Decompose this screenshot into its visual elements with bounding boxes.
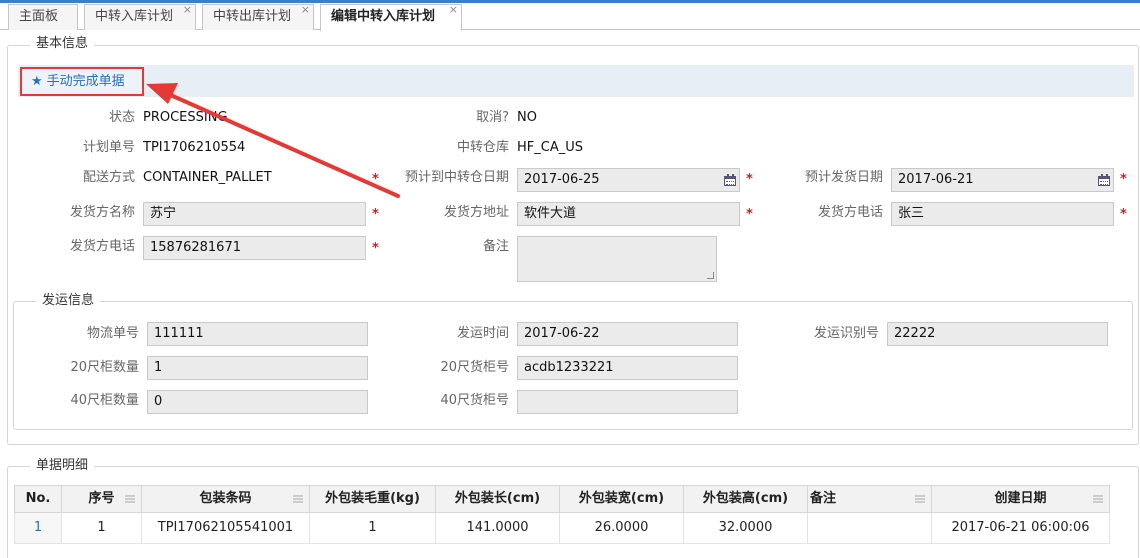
delivery-method-value: CONTAINER_PALLET <box>143 170 272 185</box>
details-legend: 单据明细 <box>30 458 95 474</box>
column-menu-icon[interactable] <box>125 495 135 503</box>
remark-textarea[interactable] <box>517 236 717 282</box>
close-icon[interactable]: × <box>449 3 458 17</box>
tab-transfer-inbound-plan[interactable]: 中转入库计划 × <box>84 3 196 30</box>
table-cell-created-date: 2017-06-21 06:00:06 <box>932 513 1110 544</box>
tab-transfer-outbound-plan[interactable]: 中转出库计划 × <box>202 3 314 30</box>
tab-label: 主面板 <box>19 9 59 24</box>
table-cell-barcode: TPI17062105541001 <box>142 513 310 544</box>
column-header-height[interactable]: 外包装高(cm) <box>684 485 808 513</box>
table-cell-width: 26.0000 <box>560 513 684 544</box>
required-mark: * <box>1120 172 1127 187</box>
shipper-phone-label: 发货方电话 <box>817 205 883 220</box>
manual-complete-label: 手动完成单据 <box>46 74 125 89</box>
shipper-tel-field[interactable]: 15876281671 <box>143 236 366 260</box>
required-mark: * <box>1120 207 1127 222</box>
column-header-label: 外包装高(cm) <box>702 491 789 506</box>
tab-edit-transfer-inbound-plan[interactable]: 编辑中转入库计划 × <box>320 3 462 31</box>
tab-main-panel[interactable]: 主面板 <box>8 4 78 30</box>
shipper-address-field[interactable]: 软件大道 <box>517 202 740 226</box>
column-menu-icon[interactable] <box>915 495 925 503</box>
table-cell-seq: 1 <box>62 513 142 544</box>
required-mark: * <box>372 172 379 187</box>
remark-label: 备注 <box>482 239 509 254</box>
tracking-no-field[interactable]: 111111 <box>147 322 368 346</box>
table-cell-gross-weight: 1 <box>310 513 436 544</box>
plan-no-label: 计划单号 <box>82 140 135 155</box>
column-header-label: 外包装长(cm) <box>454 491 541 506</box>
column-header-barcode[interactable]: 包装条码 <box>142 485 310 513</box>
container20-no-label: 20尺货柜号 <box>440 360 509 375</box>
shipping-info-legend: 发运信息 <box>36 293 101 309</box>
column-header-length[interactable]: 外包装长(cm) <box>436 485 560 513</box>
column-menu-icon[interactable] <box>1093 495 1103 503</box>
ship-time-label: 发运时间 <box>456 326 509 341</box>
tab-label: 编辑中转入库计划 <box>331 9 436 24</box>
status-value: PROCESSING <box>143 110 228 125</box>
required-mark: * <box>746 207 753 222</box>
ship-date-field[interactable]: 2017-06-21 <box>891 168 1114 192</box>
column-header-label: 包装条码 <box>199 491 252 506</box>
basic-info-legend: 基本信息 <box>30 36 95 52</box>
resize-grip-icon[interactable] <box>707 272 714 279</box>
tracking-no-label: 物流单号 <box>86 326 139 341</box>
ship-time-field[interactable]: 2017-06-22 <box>517 322 738 346</box>
calendar-icon[interactable] <box>1097 173 1111 187</box>
column-menu-icon[interactable] <box>293 495 303 503</box>
table-cell-length: 141.0000 <box>436 513 560 544</box>
eta-label: 预计到中转仓日期 <box>404 170 509 185</box>
tab-bar: 主面板 中转入库计划 × 中转出库计划 × 编辑中转入库计划 × <box>0 0 1140 31</box>
plan-no-value: TPI1706210554 <box>143 140 246 155</box>
container40-no-field[interactable] <box>517 390 738 414</box>
container40-qty-field[interactable]: 0 <box>147 390 368 414</box>
table-cell-remark <box>808 513 932 544</box>
tab-label: 中转入库计划 <box>95 9 174 24</box>
manual-complete-button[interactable]: ★ 手动完成单据 <box>20 67 144 96</box>
shipper-phone-field[interactable]: 张三 <box>891 202 1114 226</box>
column-header-label: 序号 <box>88 491 115 506</box>
column-header-remark[interactable]: 备注 <box>808 485 932 513</box>
star-icon: ★ <box>31 74 43 89</box>
toolbar <box>18 65 1134 97</box>
shipper-address-label: 发货方地址 <box>443 205 509 220</box>
column-header-seq[interactable]: 序号 <box>62 485 142 513</box>
status-label: 状态 <box>108 110 135 125</box>
warehouse-value: HF_CA_US <box>517 140 583 155</box>
container40-no-label: 40尺货柜号 <box>440 393 509 408</box>
ship-id-field[interactable]: 22222 <box>887 322 1108 346</box>
delivery-method-label: 配送方式 <box>82 170 135 185</box>
table-cell-no: 1 <box>14 513 62 544</box>
close-icon[interactable]: × <box>301 3 310 17</box>
cancel-label: 取消? <box>476 110 509 125</box>
close-icon[interactable]: × <box>183 3 192 17</box>
column-header-no[interactable]: No. <box>14 485 62 513</box>
container40-qty-label: 40尺柜数量 <box>70 393 139 408</box>
ship-id-label: 发运识别号 <box>813 326 879 341</box>
column-header-gross-weight[interactable]: 外包装毛重(kg) <box>310 485 436 513</box>
shipper-name-field[interactable]: 苏宁 <box>143 202 366 226</box>
ship-date-label: 预计发货日期 <box>804 170 883 185</box>
column-header-created-date[interactable]: 创建日期 <box>932 485 1110 513</box>
column-header-label: 创建日期 <box>994 491 1047 506</box>
eta-date-field[interactable]: 2017-06-25 <box>517 168 740 192</box>
tab-label: 中转出库计划 <box>213 9 292 24</box>
container20-no-field[interactable]: acdb1233221 <box>517 356 738 380</box>
calendar-icon[interactable] <box>723 173 737 187</box>
container20-qty-field[interactable]: 1 <box>147 356 368 380</box>
tab-bar-accent <box>0 0 1140 3</box>
column-header-label: No. <box>25 491 51 506</box>
shipper-name-label: 发货方名称 <box>69 205 135 220</box>
column-header-label: 外包装宽(cm) <box>578 491 665 506</box>
container20-qty-label: 20尺柜数量 <box>70 360 139 375</box>
required-mark: * <box>372 207 379 222</box>
column-header-width[interactable]: 外包装宽(cm) <box>560 485 684 513</box>
required-mark: * <box>372 241 379 256</box>
warehouse-label: 中转仓库 <box>456 140 509 155</box>
column-header-label: 备注 <box>810 491 837 506</box>
shipper-tel-label: 发货方电话 <box>69 239 135 254</box>
column-header-label: 外包装毛重(kg) <box>325 491 420 506</box>
cancel-value: NO <box>517 110 537 125</box>
table-cell-height: 32.0000 <box>684 513 808 544</box>
required-mark: * <box>746 172 753 187</box>
